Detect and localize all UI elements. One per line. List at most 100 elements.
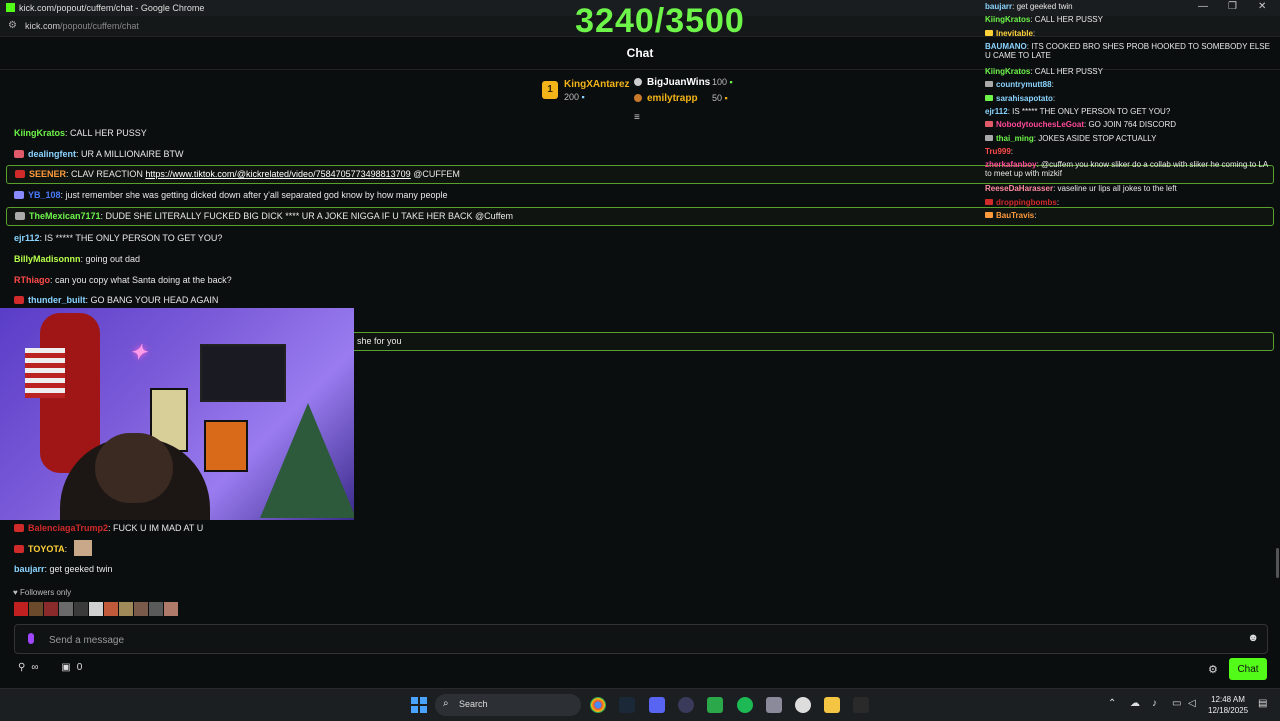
emote-icon[interactable] — [44, 602, 58, 616]
overlay-text: : — [1032, 29, 1036, 38]
chrome-icon[interactable] — [590, 697, 606, 713]
app-icon[interactable] — [678, 697, 694, 713]
windows-start-icon[interactable] — [411, 697, 427, 713]
overlay-username: KiingKratos — [985, 67, 1031, 76]
settings-app-icon[interactable] — [766, 697, 782, 713]
wall-tv — [200, 344, 286, 402]
followers-only-label: ♥ Followers only — [13, 588, 71, 597]
kick-app-icon[interactable] — [707, 697, 723, 713]
emote-image — [73, 540, 92, 556]
overlay-message: BAUMANO: ITS COOKED BRO SHES PROB HOOKED… — [985, 42, 1275, 60]
subscriber-badge-icon — [14, 524, 24, 532]
message-link[interactable]: https://www.tiktok.com/@kickrelated/vide… — [145, 169, 410, 179]
overlay-username: Tru999 — [985, 147, 1011, 156]
gift-box-icon[interactable]: ▣ — [61, 662, 70, 673]
system-clock[interactable]: 12:48 AM 12/18/2025 — [1208, 694, 1248, 716]
message-username[interactable]: dealingfent — [28, 149, 76, 159]
leader-3-name: emilytrapp — [647, 93, 698, 104]
message-username[interactable]: baujarr — [14, 564, 45, 574]
message-username[interactable]: RThiago — [14, 275, 50, 285]
chat-message: TOYOTA: — [6, 540, 1272, 559]
overlay-username: thai_ming — [996, 134, 1034, 143]
message-username[interactable]: TheMexican7171 — [29, 211, 101, 221]
message-username[interactable]: TOYOTA — [28, 544, 65, 554]
leader-row-2[interactable]: BigJuanWins 100 ▪ — [634, 77, 733, 88]
send-chat-button[interactable]: Chat — [1229, 658, 1267, 680]
message-username[interactable]: SEENER — [29, 169, 66, 179]
message-text: : FUCK U IM MAD AT U — [108, 523, 204, 533]
emote-icon[interactable] — [134, 602, 148, 616]
leader-name[interactable]: KingXAntarez — [564, 79, 630, 90]
overlay-text: : CALL HER PUSSY — [1030, 15, 1103, 24]
emote-icon[interactable] — [149, 602, 163, 616]
emote-icon[interactable] — [104, 602, 118, 616]
clock-time: 12:48 AM — [1211, 695, 1245, 704]
overlay-message: countrymutt88: — [985, 80, 1275, 89]
discord-icon[interactable] — [649, 697, 665, 713]
badge-icon — [985, 199, 993, 205]
webcam-overlay: ✦ — [0, 308, 354, 520]
send-message-input[interactable] — [47, 630, 1231, 650]
badge-icon — [985, 212, 993, 218]
overlay-username: ReeseDaHarasser — [985, 184, 1054, 193]
badge-icon — [985, 121, 993, 127]
overlay-message: baujarr: get geeked twin — [985, 2, 1275, 11]
taskbar-search[interactable]: ⌕ Search — [435, 694, 581, 716]
search-label: Search — [459, 699, 488, 709]
url-text[interactable]: kick.com/popout/cuffem/chat — [25, 21, 139, 31]
overlay-username: sarahisapotato — [996, 94, 1053, 103]
link-icon[interactable]: ∞ — [31, 662, 38, 673]
obs-icon[interactable] — [795, 697, 811, 713]
leader-amount: 200 ▪ — [564, 92, 585, 102]
terminal-icon[interactable] — [853, 697, 869, 713]
rank-three-icon — [634, 94, 642, 102]
mic-icon[interactable] — [28, 633, 34, 644]
microphone-icon[interactable]: ♪ — [1152, 698, 1157, 709]
site-settings-icon[interactable]: ⚙ — [8, 20, 17, 31]
neon-sign: ✦ — [130, 342, 147, 364]
network-icon[interactable]: ▭ — [1172, 698, 1181, 709]
tray-chevron-icon[interactable]: ⌃ — [1108, 698, 1116, 709]
message-text: : CALL HER PUSSY — [65, 128, 147, 138]
emote-bar — [14, 602, 179, 616]
message-input-container: ☻ — [14, 624, 1268, 654]
windows-taskbar: ⌕ Search ⌃ ☁ ♪ ▭ ◁ 12:48 AM 12/18/2025 ▤ — [0, 688, 1280, 721]
settings-gear-icon[interactable]: ⚙ — [1208, 663, 1218, 676]
emote-icon[interactable] — [89, 602, 103, 616]
emote-icon[interactable] — [74, 602, 88, 616]
message-username[interactable]: BillyMadisonnn — [14, 254, 81, 264]
onedrive-icon[interactable]: ☁ — [1130, 698, 1140, 709]
overlay-username: countrymutt88 — [996, 80, 1052, 89]
file-explorer-icon[interactable] — [824, 697, 840, 713]
spotify-icon[interactable] — [737, 697, 753, 713]
chat-scrollbar[interactable] — [1276, 548, 1279, 578]
collapse-leaderboard-icon[interactable]: ≡ — [634, 112, 640, 123]
leader-row-3[interactable]: emilytrapp 50 ▪ — [634, 93, 728, 104]
steam-icon[interactable] — [619, 697, 635, 713]
message-username[interactable]: BalenciagaTrump2 — [28, 523, 108, 533]
emote-icon[interactable] — [119, 602, 133, 616]
notifications-icon[interactable]: ▤ — [1258, 698, 1267, 709]
message-username[interactable]: KiingKratos — [14, 128, 65, 138]
message-username[interactable]: ejr112 — [14, 233, 40, 243]
volume-icon[interactable]: ◁ — [1188, 698, 1196, 709]
emote-icon[interactable] — [14, 602, 28, 616]
message-username[interactable]: thunder_built — [28, 295, 86, 305]
overlay-text: : — [1010, 147, 1014, 156]
overlay-message: zherkafanboy: @cuffem you know sliker do… — [985, 160, 1275, 178]
gift-leaderboard: 1 KingXAntarez 200 ▪ BigJuanWins 100 ▪ e… — [540, 77, 760, 107]
message-text: : can you copy what Santa doing at the b… — [50, 275, 232, 285]
overlay-message: droppingbombs: — [985, 198, 1275, 207]
subscriber-badge-icon — [15, 212, 25, 220]
emote-icon[interactable] — [29, 602, 43, 616]
overlay-text: : — [1034, 211, 1037, 220]
subscriber-badge-icon — [14, 150, 24, 158]
emote-icon[interactable] — [164, 602, 178, 616]
share-icon[interactable]: ⚲ — [18, 662, 25, 673]
emote-icon[interactable] — [59, 602, 73, 616]
emoji-picker-icon[interactable]: ☻ — [1247, 632, 1259, 644]
subscriber-badge-icon — [14, 191, 24, 199]
overlay-text: : get geeked twin — [1012, 2, 1073, 11]
overlay-username: BauTravis — [996, 211, 1035, 220]
message-username[interactable]: YB_108 — [28, 190, 61, 200]
